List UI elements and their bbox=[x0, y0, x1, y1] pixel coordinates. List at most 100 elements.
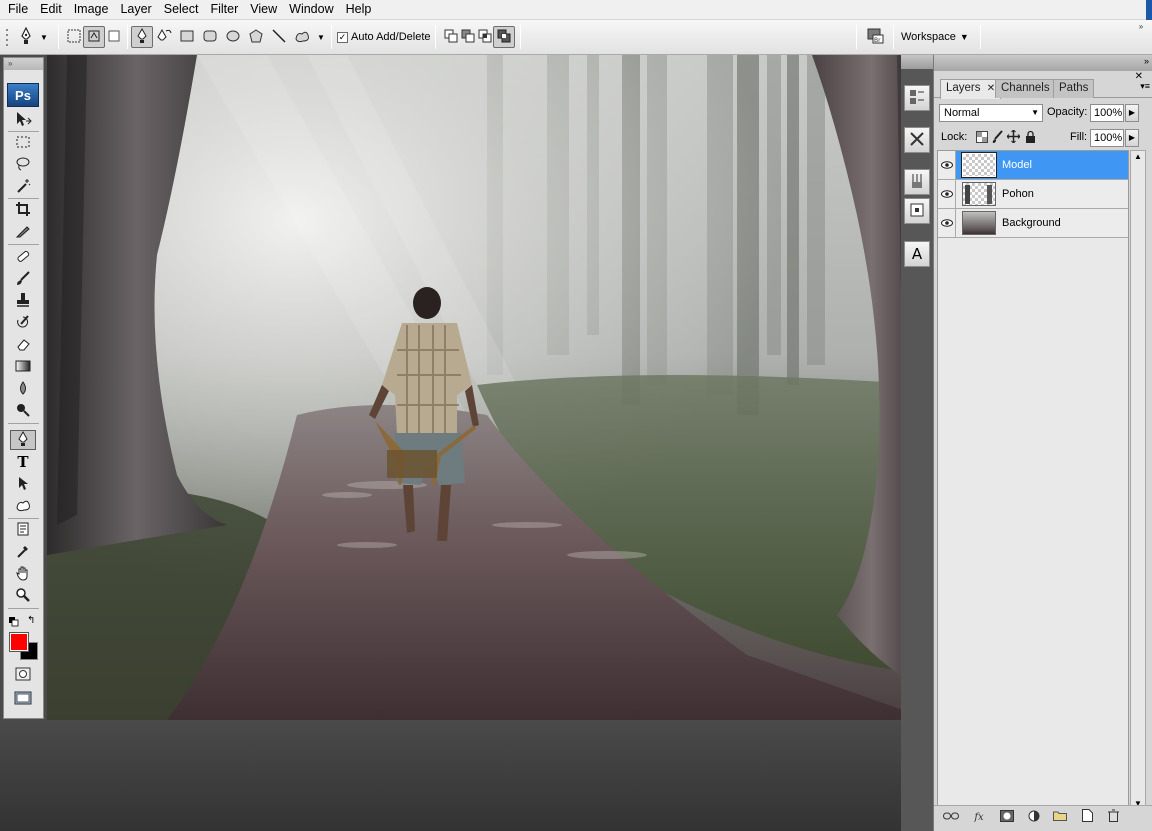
opacity-slider-button[interactable]: ▶ bbox=[1125, 104, 1139, 122]
exclude-overlapping-button[interactable] bbox=[493, 26, 515, 48]
menu-select[interactable]: Select bbox=[158, 0, 205, 19]
workspace-dropdown[interactable]: Workspace ▼ bbox=[901, 26, 977, 48]
freeform-pen-button[interactable] bbox=[153, 26, 175, 48]
layer-row-pohon[interactable]: Pohon bbox=[938, 180, 1128, 209]
menu-layer[interactable]: Layer bbox=[114, 0, 157, 19]
menu-file[interactable]: File bbox=[2, 0, 34, 19]
healing-brush-tool[interactable] bbox=[10, 247, 36, 267]
visibility-toggle[interactable] bbox=[938, 209, 956, 237]
blend-mode-value: Normal bbox=[944, 107, 980, 119]
path-selection-tool[interactable] bbox=[10, 474, 36, 494]
zoom-tool[interactable] bbox=[10, 586, 36, 606]
type-tool[interactable]: T bbox=[10, 452, 36, 472]
ellipse-shape-button[interactable] bbox=[222, 26, 244, 48]
menu-edit[interactable]: Edit bbox=[34, 0, 68, 19]
options-bar-collapse[interactable]: » bbox=[1134, 20, 1148, 32]
ps-logo[interactable]: Ps bbox=[7, 83, 39, 107]
dodge-tool[interactable] bbox=[10, 401, 36, 421]
custom-shape-tool[interactable] bbox=[10, 496, 36, 516]
new-layer-button[interactable] bbox=[1078, 809, 1096, 825]
character-panel-button[interactable]: A bbox=[904, 241, 930, 267]
menu-help[interactable]: Help bbox=[340, 0, 378, 19]
history-brush-tool[interactable] bbox=[10, 313, 36, 333]
screen-mode-button[interactable] bbox=[10, 689, 36, 709]
new-group-button[interactable] bbox=[1051, 809, 1069, 825]
pen-tool-button[interactable] bbox=[131, 26, 153, 48]
eraser-tool[interactable] bbox=[10, 335, 36, 355]
layer-row-background[interactable]: Background bbox=[938, 209, 1128, 238]
quick-mask-button[interactable] bbox=[10, 665, 36, 685]
tab-channels[interactable]: Channels bbox=[995, 79, 1056, 98]
shape-layers-button[interactable] bbox=[63, 26, 85, 48]
blend-mode-select[interactable]: Normal ▼ bbox=[939, 104, 1043, 122]
options-grip[interactable] bbox=[4, 26, 12, 48]
polygon-shape-button[interactable] bbox=[245, 26, 267, 48]
menu-bar: File Edit Image Layer Select Filter View… bbox=[0, 0, 1152, 20]
adjustment-layer-button[interactable] bbox=[1025, 809, 1043, 825]
paths-mode-button[interactable] bbox=[83, 26, 105, 48]
menu-window[interactable]: Window bbox=[283, 0, 339, 19]
clone-source-button[interactable] bbox=[904, 198, 930, 224]
layer-style-button[interactable]: fx bbox=[970, 809, 988, 825]
lock-position-button[interactable] bbox=[1006, 129, 1021, 146]
clone-stamp-tool[interactable] bbox=[10, 291, 36, 311]
dock-collapse[interactable] bbox=[901, 55, 933, 69]
crop-tool[interactable] bbox=[10, 200, 36, 220]
tool-presets-button[interactable] bbox=[904, 127, 930, 153]
layer-name: Pohon bbox=[1002, 188, 1034, 200]
layers-scrollbar[interactable]: ▲ ▼ bbox=[1130, 150, 1146, 810]
go-to-bridge-button[interactable]: Br bbox=[862, 26, 888, 48]
history-panel-button[interactable] bbox=[904, 85, 930, 111]
slice-tool[interactable] bbox=[10, 222, 36, 242]
add-mask-button[interactable] bbox=[998, 809, 1016, 825]
menu-filter[interactable]: Filter bbox=[204, 0, 244, 19]
swap-colors-button[interactable]: ↰ bbox=[27, 615, 35, 626]
document-canvas[interactable] bbox=[47, 55, 931, 720]
rectangle-shape-button[interactable] bbox=[176, 26, 198, 48]
chevron-down-icon: ▼ bbox=[317, 32, 325, 42]
eyedropper-tool[interactable] bbox=[10, 542, 36, 562]
visibility-toggle[interactable] bbox=[938, 151, 956, 179]
tool-preset-picker[interactable]: ▼ bbox=[16, 26, 50, 48]
gradient-tool[interactable] bbox=[10, 357, 36, 377]
brushes-panel-button[interactable] bbox=[904, 169, 930, 195]
custom-shape-button[interactable] bbox=[291, 26, 313, 48]
fill-slider-button[interactable]: ▶ bbox=[1125, 129, 1139, 147]
lock-transparent-pixels-button[interactable] bbox=[976, 131, 988, 146]
brush-tool[interactable] bbox=[10, 269, 36, 289]
close-icon[interactable]: ✕ bbox=[987, 83, 995, 94]
move-tool[interactable] bbox=[10, 110, 36, 130]
tab-layers[interactable]: Layers ✕ bbox=[940, 79, 1002, 99]
layer-row-model[interactable]: Model bbox=[938, 151, 1128, 180]
visibility-toggle[interactable] bbox=[938, 180, 956, 208]
magic-wand-tool[interactable] bbox=[10, 177, 36, 197]
line-shape-button[interactable] bbox=[268, 26, 290, 48]
lock-image-pixels-button[interactable] bbox=[992, 130, 1004, 147]
lasso-tool[interactable] bbox=[10, 155, 36, 175]
marquee-tool[interactable] bbox=[10, 133, 36, 153]
toolbox-collapse[interactable]: » bbox=[4, 58, 43, 70]
menu-image[interactable]: Image bbox=[68, 0, 115, 19]
rounded-rectangle-button[interactable] bbox=[199, 26, 221, 48]
geometry-options-dropdown[interactable]: ▼ bbox=[315, 26, 327, 48]
foreground-color-swatch[interactable] bbox=[9, 632, 29, 652]
notes-tool[interactable] bbox=[10, 520, 36, 540]
menu-view[interactable]: View bbox=[244, 0, 283, 19]
fill-input[interactable]: 100% bbox=[1090, 129, 1124, 147]
delete-layer-button[interactable] bbox=[1104, 809, 1122, 825]
fill-pixels-button[interactable] bbox=[103, 26, 125, 48]
pen-tool[interactable] bbox=[10, 430, 36, 450]
panel-menu-icon[interactable]: ▾≡ bbox=[1140, 81, 1150, 92]
tab-paths[interactable]: Paths bbox=[1053, 79, 1095, 98]
opacity-input[interactable]: 100% bbox=[1090, 104, 1124, 122]
scroll-up-icon[interactable]: ▲ bbox=[1134, 152, 1142, 161]
blur-tool[interactable] bbox=[10, 379, 36, 399]
lock-all-button[interactable] bbox=[1025, 130, 1036, 146]
hand-tool[interactable] bbox=[10, 564, 36, 584]
panel-collapse-bar[interactable]: » bbox=[934, 55, 1152, 71]
default-colors-button[interactable] bbox=[9, 616, 19, 627]
auto-add-delete-checkbox[interactable]: ✓ Auto Add/Delete bbox=[337, 26, 432, 48]
eye-icon bbox=[940, 216, 953, 230]
link-layers-button[interactable] bbox=[942, 809, 960, 825]
bridge-icon: Br bbox=[865, 27, 885, 48]
